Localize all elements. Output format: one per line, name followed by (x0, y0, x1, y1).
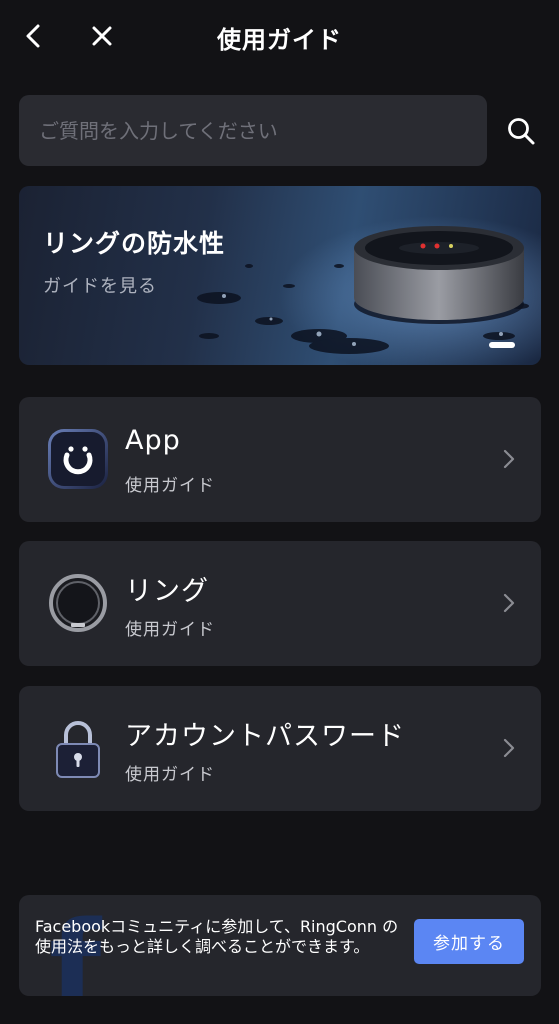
app-logo-icon (48, 429, 108, 489)
facebook-community-banner: f Facebookコミュニティに参加して、RingConn の使用法をもっと詳… (19, 895, 541, 996)
banner-subtitle: ガイドを見る (43, 276, 157, 297)
search-icon (508, 118, 535, 145)
guide-title: アカウントパスワード (125, 721, 405, 752)
chevron-right-icon (503, 738, 515, 758)
join-button[interactable]: 参加する (414, 919, 524, 964)
guide-subtitle: 使用ガイド (125, 620, 215, 640)
guide-subtitle: 使用ガイド (125, 476, 215, 496)
page-title: 使用ガイド (217, 26, 342, 54)
guide-card-account-password[interactable]: アカウントパスワード 使用ガイド (19, 686, 541, 811)
chevron-right-icon (503, 593, 515, 613)
promo-text: Facebookコミュニティに参加して、RingConn の使用法をもっと詳しく… (35, 917, 399, 956)
guide-card-app[interactable]: App 使用ガイド (19, 397, 541, 522)
search-box[interactable] (19, 95, 487, 166)
guide-title: リング (125, 576, 209, 607)
search-button[interactable] (502, 112, 540, 150)
guide-subtitle: 使用ガイド (125, 765, 215, 785)
guide-card-ring[interactable]: リング 使用ガイド (19, 541, 541, 666)
lock-icon (56, 721, 100, 778)
banner-title: リングの防水性 (43, 229, 226, 258)
search-input[interactable] (39, 118, 487, 143)
ring-icon (49, 574, 107, 632)
chevron-right-icon (503, 449, 515, 469)
guide-title: App (125, 425, 181, 456)
header-bar: 使用ガイド (0, 0, 559, 72)
waterproof-banner[interactable]: リングの防水性 ガイドを見る (19, 186, 541, 365)
